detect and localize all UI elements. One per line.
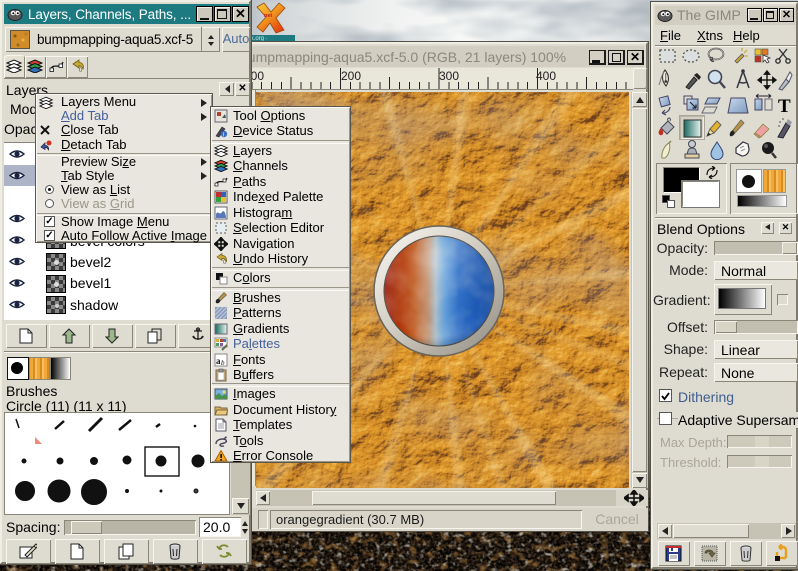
svg-text:b: b (221, 359, 225, 367)
svg-text:T: T (778, 96, 791, 117)
svg-text:net: net (264, 13, 272, 19)
svg-text:0: 0 (79, 68, 83, 73)
svg-text:i: i (223, 133, 224, 139)
